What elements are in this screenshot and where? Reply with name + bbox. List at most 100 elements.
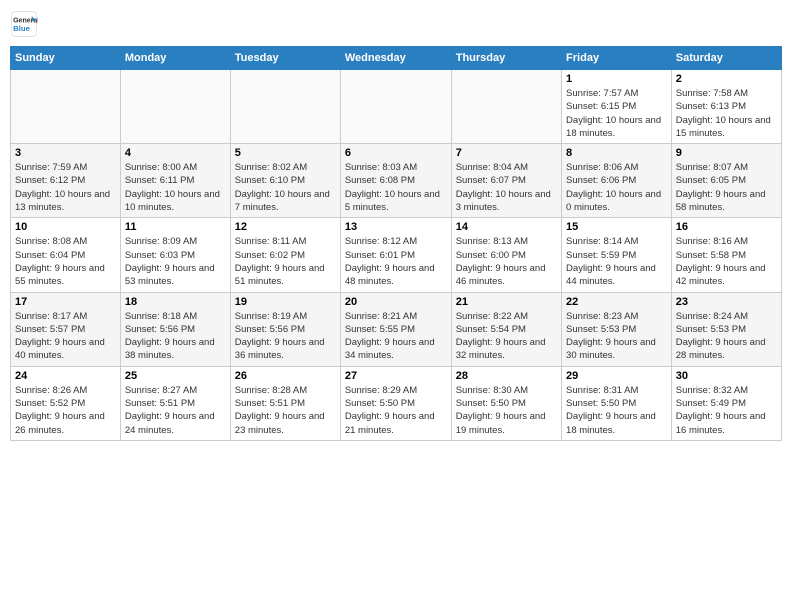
calendar-cell: 12 Sunrise: 8:11 AM Sunset: 6:02 PM Dayli… — [230, 218, 340, 292]
day-number: 16 — [676, 221, 777, 233]
calendar-cell: 1 Sunrise: 7:57 AM Sunset: 6:15 PM Daylig… — [562, 70, 672, 144]
day-info: Sunrise: 8:04 AM Sunset: 6:07 PM Dayligh… — [456, 161, 557, 214]
day-number: 5 — [235, 147, 336, 159]
day-info: Sunrise: 8:31 AM Sunset: 5:50 PM Dayligh… — [566, 384, 667, 437]
day-info: Sunrise: 7:59 AM Sunset: 6:12 PM Dayligh… — [15, 161, 116, 214]
day-info: Sunrise: 8:12 AM Sunset: 6:01 PM Dayligh… — [345, 235, 447, 288]
day-info: Sunrise: 8:29 AM Sunset: 5:50 PM Dayligh… — [345, 384, 447, 437]
calendar-cell: 6Sunrise: 8:03 AM Sunset: 6:08 PM Daylig… — [340, 144, 451, 218]
calendar-cell: 18 Sunrise: 8:18 AM Sunset: 5:56 PM Dayli… — [120, 292, 230, 366]
weekday-header: Thursday — [451, 47, 561, 70]
calendar-cell: 29 Sunrise: 8:31 AM Sunset: 5:50 PM Dayli… — [562, 366, 672, 440]
day-number: 18 — [125, 296, 226, 308]
weekday-header: Friday — [562, 47, 672, 70]
day-number: 21 — [456, 296, 557, 308]
calendar-cell: 2Sunrise: 7:58 AM Sunset: 6:13 PM Daylig… — [671, 70, 781, 144]
day-number: 9 — [676, 147, 777, 159]
calendar-week: 10 Sunrise: 8:08 AM Sunset: 6:04 PM Dayli… — [11, 218, 782, 292]
day-number: 28 — [456, 370, 557, 382]
day-info: Sunrise: 8:18 AM Sunset: 5:56 PM Dayligh… — [125, 310, 226, 363]
day-info: Sunrise: 8:22 AM Sunset: 5:54 PM Dayligh… — [456, 310, 557, 363]
calendar-cell: 13 Sunrise: 8:12 AM Sunset: 6:01 PM Dayli… — [340, 218, 451, 292]
day-number: 10 — [15, 221, 116, 233]
day-number: 3 — [15, 147, 116, 159]
calendar-cell: 16 Sunrise: 8:16 AM Sunset: 5:58 PM Dayli… — [671, 218, 781, 292]
day-info: Sunrise: 8:02 AM Sunset: 6:10 PM Dayligh… — [235, 161, 336, 214]
calendar-cell — [120, 70, 230, 144]
day-number: 25 — [125, 370, 226, 382]
day-number: 6 — [345, 147, 447, 159]
day-number: 20 — [345, 296, 447, 308]
calendar-cell: 27 Sunrise: 8:29 AM Sunset: 5:50 PM Dayli… — [340, 366, 451, 440]
calendar-cell: 30Sunrise: 8:32 AM Sunset: 5:49 PM Dayli… — [671, 366, 781, 440]
day-number: 8 — [566, 147, 667, 159]
calendar-table: SundayMondayTuesdayWednesdayThursdayFrid… — [10, 46, 782, 441]
calendar-cell: 5 Sunrise: 8:02 AM Sunset: 6:10 PM Daylig… — [230, 144, 340, 218]
day-info: Sunrise: 8:13 AM Sunset: 6:00 PM Dayligh… — [456, 235, 557, 288]
logo-icon: General Blue — [10, 10, 38, 38]
day-info: Sunrise: 8:27 AM Sunset: 5:51 PM Dayligh… — [125, 384, 226, 437]
calendar-week: 3 Sunrise: 7:59 AM Sunset: 6:12 PM Daylig… — [11, 144, 782, 218]
calendar-body: 1 Sunrise: 7:57 AM Sunset: 6:15 PM Daylig… — [11, 70, 782, 441]
day-number: 24 — [15, 370, 116, 382]
day-info: Sunrise: 8:23 AM Sunset: 5:53 PM Dayligh… — [566, 310, 667, 363]
day-number: 23 — [676, 296, 777, 308]
day-number: 22 — [566, 296, 667, 308]
day-info: Sunrise: 8:17 AM Sunset: 5:57 PM Dayligh… — [15, 310, 116, 363]
day-number: 12 — [235, 221, 336, 233]
day-info: Sunrise: 8:28 AM Sunset: 5:51 PM Dayligh… — [235, 384, 336, 437]
logo: General Blue — [10, 10, 40, 38]
calendar-cell — [451, 70, 561, 144]
day-number: 11 — [125, 221, 226, 233]
day-info: Sunrise: 8:11 AM Sunset: 6:02 PM Dayligh… — [235, 235, 336, 288]
day-info: Sunrise: 8:16 AM Sunset: 5:58 PM Dayligh… — [676, 235, 777, 288]
calendar-week: 24 Sunrise: 8:26 AM Sunset: 5:52 PM Dayli… — [11, 366, 782, 440]
calendar-cell: 28 Sunrise: 8:30 AM Sunset: 5:50 PM Dayli… — [451, 366, 561, 440]
calendar-cell: 10 Sunrise: 8:08 AM Sunset: 6:04 PM Dayli… — [11, 218, 121, 292]
calendar-cell: 8 Sunrise: 8:06 AM Sunset: 6:06 PM Daylig… — [562, 144, 672, 218]
day-info: Sunrise: 7:58 AM Sunset: 6:13 PM Dayligh… — [676, 87, 777, 140]
day-number: 1 — [566, 73, 667, 85]
day-number: 29 — [566, 370, 667, 382]
calendar-cell: 21 Sunrise: 8:22 AM Sunset: 5:54 PM Dayli… — [451, 292, 561, 366]
day-info: Sunrise: 8:30 AM Sunset: 5:50 PM Dayligh… — [456, 384, 557, 437]
weekday-header: Saturday — [671, 47, 781, 70]
calendar-cell: 9Sunrise: 8:07 AM Sunset: 6:05 PM Daylig… — [671, 144, 781, 218]
weekday-header: Tuesday — [230, 47, 340, 70]
calendar-cell: 14 Sunrise: 8:13 AM Sunset: 6:00 PM Dayli… — [451, 218, 561, 292]
calendar-cell: 11 Sunrise: 8:09 AM Sunset: 6:03 PM Dayli… — [120, 218, 230, 292]
day-number: 26 — [235, 370, 336, 382]
day-info: Sunrise: 8:21 AM Sunset: 5:55 PM Dayligh… — [345, 310, 447, 363]
day-info: Sunrise: 8:08 AM Sunset: 6:04 PM Dayligh… — [15, 235, 116, 288]
weekday-header: Wednesday — [340, 47, 451, 70]
weekday-header: Sunday — [11, 47, 121, 70]
day-number: 13 — [345, 221, 447, 233]
calendar-cell: 24 Sunrise: 8:26 AM Sunset: 5:52 PM Dayli… — [11, 366, 121, 440]
day-info: Sunrise: 8:24 AM Sunset: 5:53 PM Dayligh… — [676, 310, 777, 363]
calendar-cell: 4Sunrise: 8:00 AM Sunset: 6:11 PM Daylig… — [120, 144, 230, 218]
day-number: 27 — [345, 370, 447, 382]
calendar-cell: 26 Sunrise: 8:28 AM Sunset: 5:51 PM Dayli… — [230, 366, 340, 440]
day-info: Sunrise: 8:06 AM Sunset: 6:06 PM Dayligh… — [566, 161, 667, 214]
calendar-cell: 17Sunrise: 8:17 AM Sunset: 5:57 PM Dayli… — [11, 292, 121, 366]
day-number: 4 — [125, 147, 226, 159]
calendar-cell: 7 Sunrise: 8:04 AM Sunset: 6:07 PM Daylig… — [451, 144, 561, 218]
page-header: General Blue — [10, 10, 782, 38]
calendar-cell: 25 Sunrise: 8:27 AM Sunset: 5:51 PM Dayli… — [120, 366, 230, 440]
day-info: Sunrise: 8:14 AM Sunset: 5:59 PM Dayligh… — [566, 235, 667, 288]
day-info: Sunrise: 8:09 AM Sunset: 6:03 PM Dayligh… — [125, 235, 226, 288]
calendar-week: 1 Sunrise: 7:57 AM Sunset: 6:15 PM Daylig… — [11, 70, 782, 144]
calendar-cell — [11, 70, 121, 144]
calendar-cell: 15Sunrise: 8:14 AM Sunset: 5:59 PM Dayli… — [562, 218, 672, 292]
calendar-cell: 3 Sunrise: 7:59 AM Sunset: 6:12 PM Daylig… — [11, 144, 121, 218]
calendar-cell: 19Sunrise: 8:19 AM Sunset: 5:56 PM Dayli… — [230, 292, 340, 366]
calendar-cell — [340, 70, 451, 144]
day-info: Sunrise: 8:19 AM Sunset: 5:56 PM Dayligh… — [235, 310, 336, 363]
day-number: 14 — [456, 221, 557, 233]
day-number: 7 — [456, 147, 557, 159]
calendar-cell: 23 Sunrise: 8:24 AM Sunset: 5:53 PM Dayli… — [671, 292, 781, 366]
day-info: Sunrise: 8:26 AM Sunset: 5:52 PM Dayligh… — [15, 384, 116, 437]
header-row: SundayMondayTuesdayWednesdayThursdayFrid… — [11, 47, 782, 70]
day-info: Sunrise: 7:57 AM Sunset: 6:15 PM Dayligh… — [566, 87, 667, 140]
day-number: 30 — [676, 370, 777, 382]
